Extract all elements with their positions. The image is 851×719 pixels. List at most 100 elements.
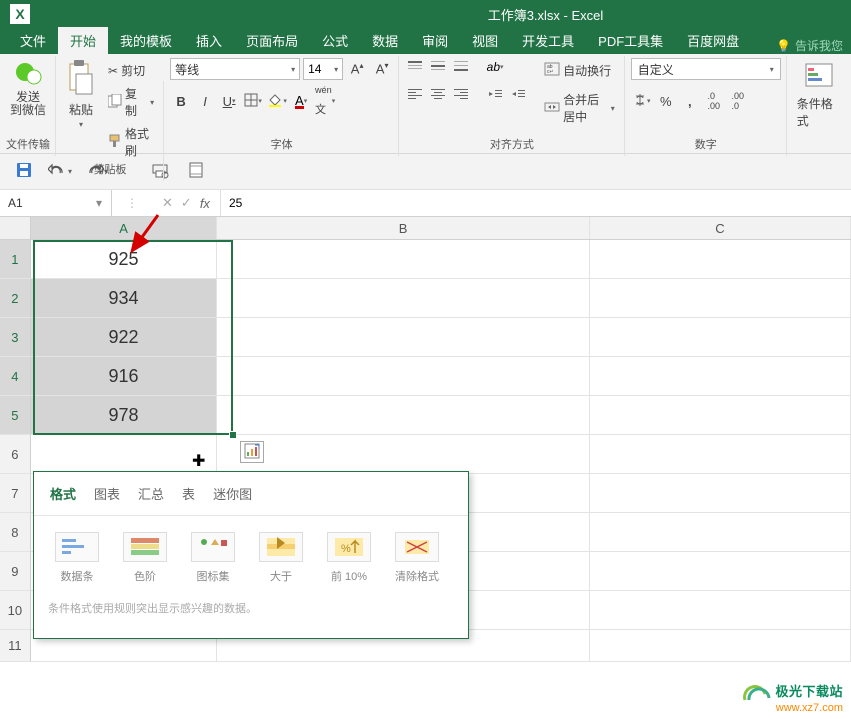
increase-indent-button[interactable] [508,86,528,104]
cell-a2[interactable]: 934 [31,279,217,318]
align-center-button[interactable] [428,86,448,104]
cell-c7[interactable] [590,474,851,513]
align-right-button[interactable] [451,86,471,104]
percent-button[interactable]: % [655,90,677,112]
col-header-b[interactable]: B [217,217,590,239]
name-box-resize[interactable]: ⋮ [112,190,152,216]
increase-font-button[interactable]: A▴ [346,58,368,80]
qa-option-data-bars[interactable]: 数据条 [48,532,106,584]
cut-button[interactable]: ✂ 剪切 [104,60,158,81]
spreadsheet-grid[interactable]: A B C 1 925 2 934 3 922 4 916 5 978 6 [0,217,851,662]
cell-a1[interactable]: 925 [31,240,217,279]
qa-option-color-scale[interactable]: 色阶 [116,532,174,584]
row-header-6[interactable]: 6 [0,435,31,474]
conditional-format-button[interactable]: 条件格式 [793,58,845,131]
tell-me-search[interactable]: 💡 告诉我您 [776,37,851,54]
cell-c11[interactable] [590,630,851,662]
tab-file[interactable]: 文件 [8,27,58,54]
cell-b3[interactable] [217,318,590,357]
align-top-button[interactable] [405,58,425,76]
format-painter-button[interactable]: 格式刷 [104,123,158,161]
qa-tab-format[interactable]: 格式 [48,482,78,505]
cell-a5[interactable]: 978 [31,396,217,435]
cell-c3[interactable] [590,318,851,357]
tab-view[interactable]: 视图 [460,27,510,54]
merge-center-button[interactable]: 合并后居中 ▾ [540,89,619,127]
qa-tab-tables[interactable]: 表 [180,482,197,505]
bold-button[interactable]: B [170,90,192,112]
font-color-button[interactable]: A▾ [290,90,312,112]
cell-c2[interactable] [590,279,851,318]
decrease-font-button[interactable]: A▾ [371,58,393,80]
tab-developer[interactable]: 开发工具 [510,27,586,54]
row-header-8[interactable]: 8 [0,513,31,552]
decrease-indent-button[interactable] [485,86,505,104]
qa-option-clear-format[interactable]: 清除格式 [388,532,446,584]
cell-b6[interactable] [217,435,590,474]
tab-page-layout[interactable]: 页面布局 [234,27,310,54]
row-header-3[interactable]: 3 [0,318,31,357]
number-format-combo[interactable]: 自定义 ▾ [631,58,781,80]
fill-color-button[interactable]: ▾ [266,90,288,112]
insert-function-button[interactable]: fx [200,196,210,211]
row-header-2[interactable]: 2 [0,279,31,318]
quick-analysis-button[interactable] [240,441,264,463]
decrease-decimal-button[interactable]: .00.0 [727,90,749,112]
tab-insert[interactable]: 插入 [184,27,234,54]
row-header-4[interactable]: 4 [0,357,31,396]
font-size-combo[interactable]: 14 ▾ [303,58,343,80]
border-button[interactable]: ▾ [242,90,264,112]
row-header-10[interactable]: 10 [0,591,31,630]
font-name-combo[interactable]: 等线 ▾ [170,58,300,80]
qa-option-icon-set[interactable]: 图标集 [184,532,242,584]
col-header-a[interactable]: A [31,217,217,239]
row-header-1[interactable]: 1 [0,240,31,279]
page-center-button[interactable] [182,159,210,185]
copy-button[interactable]: 复制 ▾ [104,83,158,121]
send-to-wechat-button[interactable]: 发送 到微信 [6,58,50,119]
qa-option-greater-than[interactable]: 大于 [252,532,310,584]
qa-tab-totals[interactable]: 汇总 [136,482,166,505]
cell-a3[interactable]: 922 [31,318,217,357]
tab-formulas[interactable]: 公式 [310,27,360,54]
tab-home[interactable]: 开始 [58,27,108,54]
confirm-formula-button[interactable]: ✓ [181,195,192,211]
cell-b5[interactable] [217,396,590,435]
tab-templates[interactable]: 我的模板 [108,27,184,54]
cell-c10[interactable] [590,591,851,630]
increase-decimal-button[interactable]: .0.00 [703,90,725,112]
accounting-format-button[interactable]: ▾ [631,90,653,112]
comma-button[interactable]: , [679,90,701,112]
col-header-c[interactable]: C [590,217,851,239]
cell-c5[interactable] [590,396,851,435]
qa-option-top-10[interactable]: % 前 10% [320,532,378,584]
orientation-button[interactable]: ab▾ [485,58,505,76]
cell-b2[interactable] [217,279,590,318]
underline-button[interactable]: U▾ [218,90,240,112]
cell-a6[interactable] [31,435,217,474]
wrap-text-button[interactable]: abc↵ 自动换行 [540,60,619,81]
italic-button[interactable]: I [194,90,216,112]
cell-a4[interactable]: 916 [31,357,217,396]
tab-pdf-tools[interactable]: PDF工具集 [586,27,675,54]
name-box[interactable]: A1 ▾ [0,190,112,216]
cell-c4[interactable] [590,357,851,396]
tab-data[interactable]: 数据 [360,27,410,54]
align-bottom-button[interactable] [451,58,471,76]
cell-c6[interactable] [590,435,851,474]
cell-c1[interactable] [590,240,851,279]
cell-b4[interactable] [217,357,590,396]
row-header-9[interactable]: 9 [0,552,31,591]
formula-input[interactable]: 25 [221,190,851,216]
row-header-7[interactable]: 7 [0,474,31,513]
tab-review[interactable]: 审阅 [410,27,460,54]
paste-button[interactable]: 粘贴 ▾ [62,58,100,131]
select-all-corner[interactable] [0,217,31,240]
cell-c8[interactable] [590,513,851,552]
selection-fill-handle[interactable] [229,431,237,439]
row-header-11[interactable]: 11 [0,630,31,662]
qa-tab-sparklines[interactable]: 迷你图 [211,482,254,505]
qa-tab-chart[interactable]: 图表 [92,482,122,505]
align-left-button[interactable] [405,86,425,104]
align-middle-button[interactable] [428,58,448,76]
